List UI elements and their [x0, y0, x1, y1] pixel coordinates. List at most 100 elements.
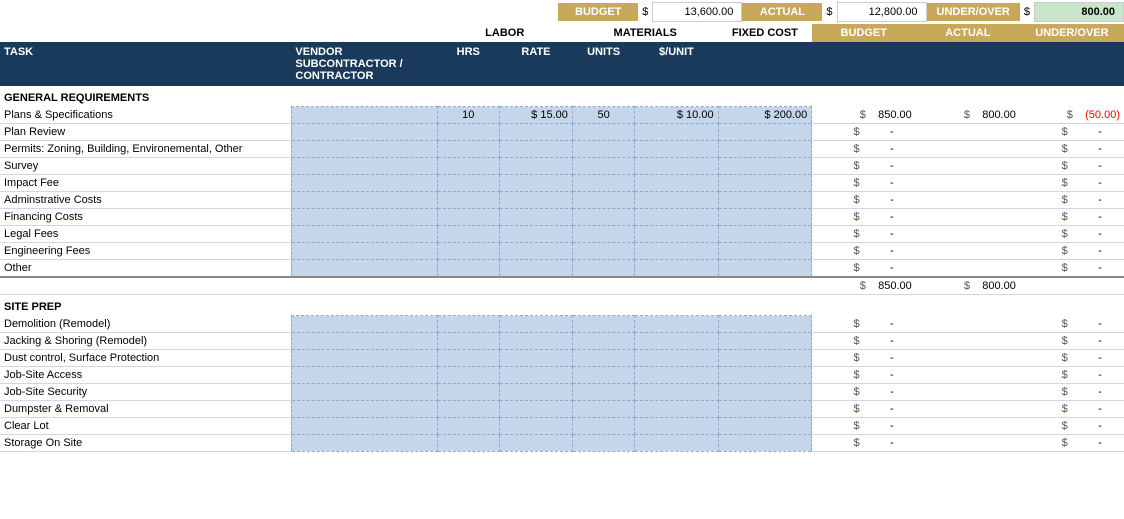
per-unit-cell[interactable] [635, 366, 718, 383]
units-cell[interactable] [572, 141, 634, 158]
vendor-cell[interactable] [291, 260, 437, 278]
vendor-cell[interactable] [291, 366, 437, 383]
units-cell[interactable] [572, 400, 634, 417]
per-unit-cell[interactable] [635, 209, 718, 226]
per-unit-cell[interactable] [635, 158, 718, 175]
rate-cell[interactable] [500, 417, 573, 434]
per-unit-cell[interactable] [635, 141, 718, 158]
vendor-cell[interactable] [291, 417, 437, 434]
hrs-cell[interactable] [437, 400, 499, 417]
rate-cell[interactable] [500, 209, 573, 226]
per-unit-cell[interactable] [635, 226, 718, 243]
hrs-cell[interactable] [437, 417, 499, 434]
rate-cell[interactable] [500, 332, 573, 349]
units-cell[interactable] [572, 316, 634, 333]
per-unit-cell[interactable] [635, 260, 718, 278]
vendor-cell[interactable] [291, 158, 437, 175]
rate-cell[interactable] [500, 260, 573, 278]
vendor-cell[interactable] [291, 209, 437, 226]
fixed-cost-cell[interactable] [718, 243, 812, 260]
vendor-cell[interactable] [291, 107, 437, 124]
fixed-cost-cell[interactable] [718, 332, 812, 349]
per-unit-cell[interactable] [635, 175, 718, 192]
per-unit-cell[interactable] [635, 417, 718, 434]
fixed-cost-cell[interactable] [718, 349, 812, 366]
hrs-cell[interactable] [437, 175, 499, 192]
per-unit-cell[interactable] [635, 434, 718, 451]
vendor-cell[interactable] [291, 141, 437, 158]
hrs-cell[interactable] [437, 366, 499, 383]
per-unit-cell[interactable] [635, 349, 718, 366]
rate-cell[interactable] [500, 434, 573, 451]
hrs-cell[interactable] [437, 209, 499, 226]
vendor-cell[interactable] [291, 192, 437, 209]
hrs-cell[interactable] [437, 349, 499, 366]
hrs-cell[interactable] [437, 226, 499, 243]
hrs-cell[interactable] [437, 124, 499, 141]
units-cell[interactable] [572, 349, 634, 366]
units-cell[interactable] [572, 434, 634, 451]
hrs-cell[interactable] [437, 260, 499, 278]
hrs-cell[interactable] [437, 332, 499, 349]
rate-cell[interactable] [500, 124, 573, 141]
per-unit-cell[interactable] [635, 243, 718, 260]
units-cell[interactable] [572, 175, 634, 192]
hrs-cell[interactable] [437, 243, 499, 260]
fixed-cost-cell[interactable] [718, 366, 812, 383]
vendor-cell[interactable] [291, 316, 437, 333]
fixed-cost-cell[interactable] [718, 383, 812, 400]
fixed-cost-cell[interactable] [718, 158, 812, 175]
vendor-cell[interactable] [291, 434, 437, 451]
vendor-cell[interactable] [291, 349, 437, 366]
fixed-cost-cell[interactable] [718, 434, 812, 451]
per-unit-cell[interactable] [635, 332, 718, 349]
fixed-cost-cell[interactable] [718, 400, 812, 417]
fixed-cost-cell[interactable] [718, 192, 812, 209]
per-unit-cell[interactable] [635, 400, 718, 417]
units-cell[interactable] [572, 383, 634, 400]
fixed-cost-cell[interactable] [718, 260, 812, 278]
rate-cell[interactable] [500, 141, 573, 158]
fixed-cost-cell[interactable]: $ 200.00 [718, 107, 812, 124]
per-unit-cell[interactable] [635, 192, 718, 209]
per-unit-cell[interactable] [635, 124, 718, 141]
units-cell[interactable] [572, 226, 634, 243]
hrs-cell[interactable] [437, 158, 499, 175]
units-cell[interactable] [572, 260, 634, 278]
hrs-cell[interactable] [437, 316, 499, 333]
vendor-cell[interactable] [291, 332, 437, 349]
units-cell[interactable] [572, 243, 634, 260]
rate-cell[interactable] [500, 243, 573, 260]
fixed-cost-cell[interactable] [718, 175, 812, 192]
vendor-cell[interactable] [291, 124, 437, 141]
vendor-cell[interactable] [291, 175, 437, 192]
rate-cell[interactable]: $ 15.00 [500, 107, 573, 124]
units-cell[interactable] [572, 124, 634, 141]
rate-cell[interactable] [500, 349, 573, 366]
fixed-cost-cell[interactable] [718, 316, 812, 333]
vendor-cell[interactable] [291, 226, 437, 243]
units-cell[interactable] [572, 209, 634, 226]
units-cell[interactable] [572, 417, 634, 434]
units-cell[interactable] [572, 158, 634, 175]
rate-cell[interactable] [500, 226, 573, 243]
vendor-cell[interactable] [291, 243, 437, 260]
fixed-cost-cell[interactable] [718, 209, 812, 226]
rate-cell[interactable] [500, 175, 573, 192]
per-unit-cell[interactable] [635, 316, 718, 333]
rate-cell[interactable] [500, 400, 573, 417]
fixed-cost-cell[interactable] [718, 226, 812, 243]
units-cell[interactable] [572, 192, 634, 209]
units-cell[interactable] [572, 366, 634, 383]
rate-cell[interactable] [500, 192, 573, 209]
rate-cell[interactable] [500, 158, 573, 175]
units-cell[interactable]: 50 [572, 107, 634, 124]
rate-cell[interactable] [500, 316, 573, 333]
vendor-cell[interactable] [291, 383, 437, 400]
hrs-cell[interactable] [437, 192, 499, 209]
rate-cell[interactable] [500, 366, 573, 383]
per-unit-cell[interactable] [635, 383, 718, 400]
hrs-cell[interactable]: 10 [437, 107, 499, 124]
fixed-cost-cell[interactable] [718, 124, 812, 141]
hrs-cell[interactable] [437, 141, 499, 158]
